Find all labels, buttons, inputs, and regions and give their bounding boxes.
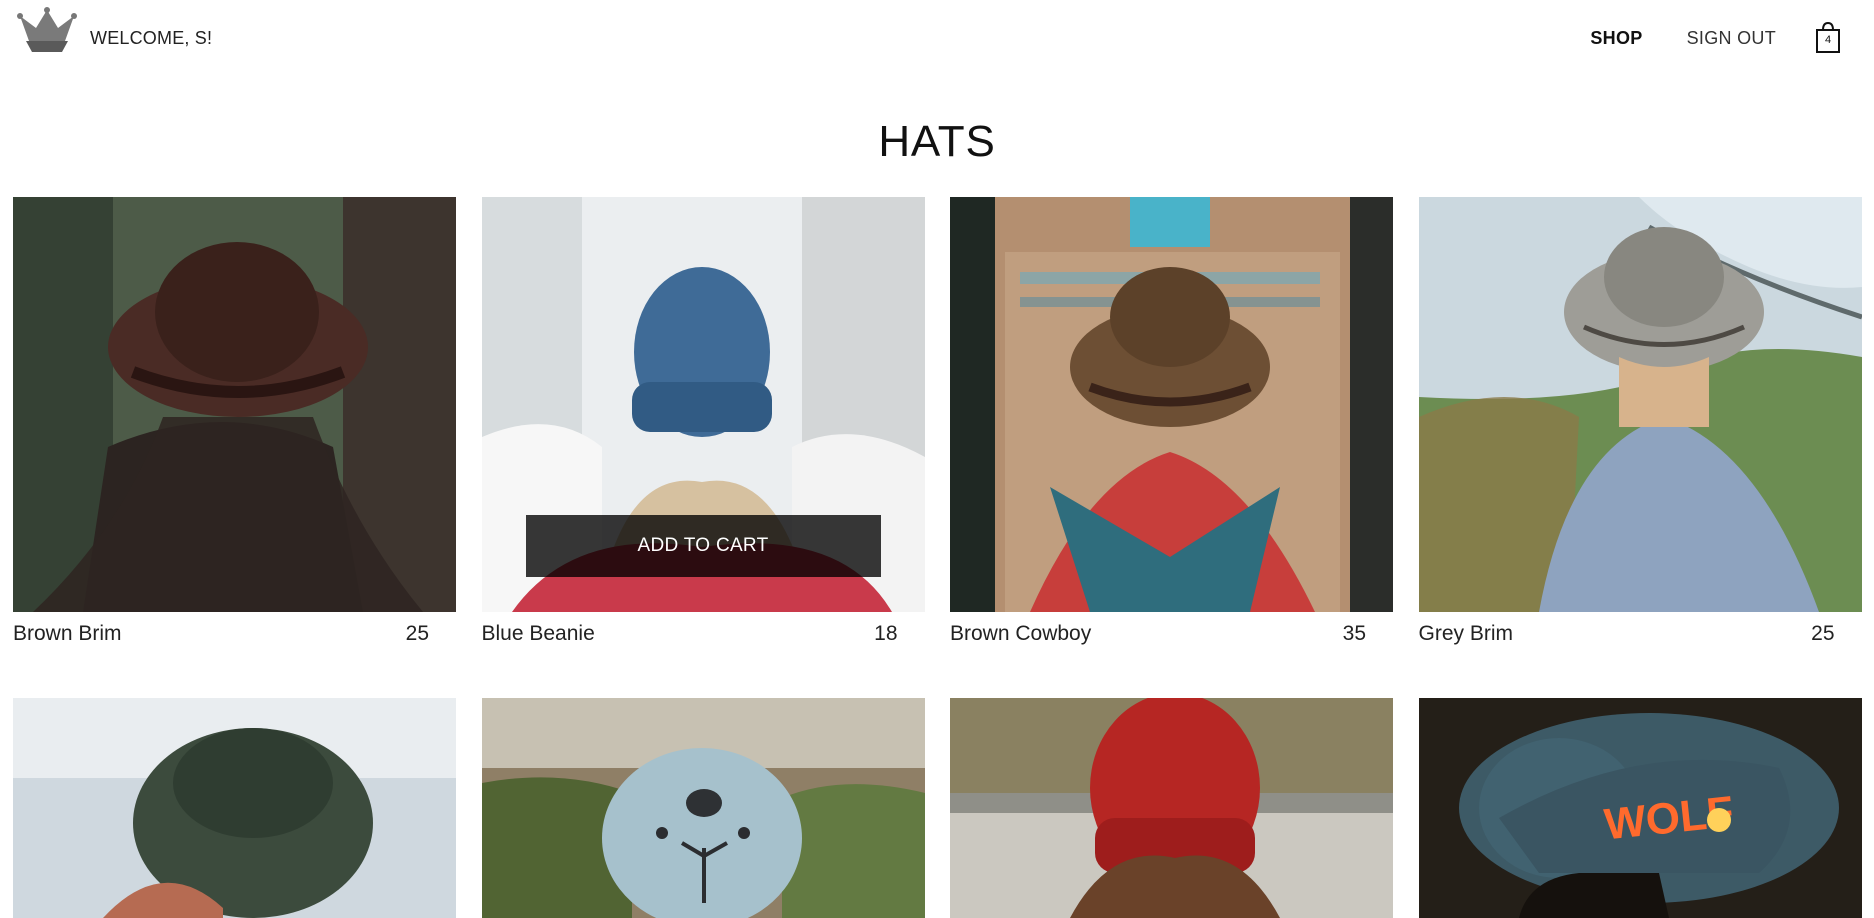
product-grid-second-row: WOLF <box>13 698 1862 918</box>
collection-title: HATS <box>878 117 996 166</box>
cart-count: 4 <box>1824 34 1832 46</box>
cart-button[interactable]: 4 <box>1812 20 1844 56</box>
grey-brim-image <box>1418 197 1862 612</box>
product-card[interactable] <box>950 698 1393 918</box>
product-card[interactable]: Brown Brim 25 <box>13 197 456 656</box>
product-grid: Brown Brim 25 ADD TO CART Blue Beanie 18 <box>13 197 1862 656</box>
product-card[interactable] <box>13 698 456 918</box>
green-beanie-image <box>13 698 456 918</box>
product-name: Brown Cowboy <box>950 622 1092 645</box>
product-image[interactable] <box>13 698 456 918</box>
product-image[interactable] <box>481 698 925 918</box>
add-to-cart-button[interactable]: ADD TO CART <box>525 515 881 577</box>
wolf-cap-image: WOLF <box>1418 698 1862 918</box>
product-price: 25 <box>1811 622 1835 645</box>
product-price: 35 <box>1342 622 1366 645</box>
product-footer: Blue Beanie 18 <box>482 620 925 648</box>
product-card[interactable] <box>481 698 925 918</box>
product-footer: Grey Brim 25 <box>1419 620 1862 648</box>
product-image[interactable] <box>13 197 456 612</box>
product-name: Blue Beanie <box>481 622 595 645</box>
brown-cowboy-image <box>950 197 1393 612</box>
product-name: Brown Brim <box>13 622 122 645</box>
nav-sign-out-link[interactable]: SIGN OUT <box>1687 20 1776 56</box>
product-card[interactable]: Grey Brim 25 <box>1418 197 1862 656</box>
welcome-text: WELCOME, S! <box>90 28 213 48</box>
main-nav: SHOP SIGN OUT 4 <box>1546 20 1844 56</box>
product-name: Grey Brim <box>1418 622 1514 645</box>
product-image[interactable] <box>950 698 1393 918</box>
brown-brim-image <box>13 197 456 612</box>
product-image[interactable] <box>950 197 1393 612</box>
product-image[interactable]: ADD TO CART <box>481 197 925 612</box>
site-header: WELCOME, S! SHOP SIGN OUT 4 <box>0 0 1874 80</box>
nav-shop-link[interactable]: SHOP <box>1590 20 1642 56</box>
product-footer: Brown Brim 25 <box>13 620 456 648</box>
product-card[interactable]: Brown Cowboy 35 <box>950 197 1393 656</box>
product-price: 25 <box>405 622 429 645</box>
product-image[interactable]: WOLF <box>1418 698 1862 918</box>
product-card[interactable]: WOLF <box>1418 698 1862 918</box>
product-footer: Brown Cowboy 35 <box>950 620 1393 648</box>
red-beanie-image <box>950 698 1393 918</box>
product-card[interactable]: ADD TO CART Blue Beanie 18 <box>481 197 925 656</box>
palm-cap-image <box>481 698 925 918</box>
product-image[interactable] <box>1418 197 1862 612</box>
crown-icon[interactable] <box>16 6 78 56</box>
product-price: 18 <box>874 622 898 645</box>
